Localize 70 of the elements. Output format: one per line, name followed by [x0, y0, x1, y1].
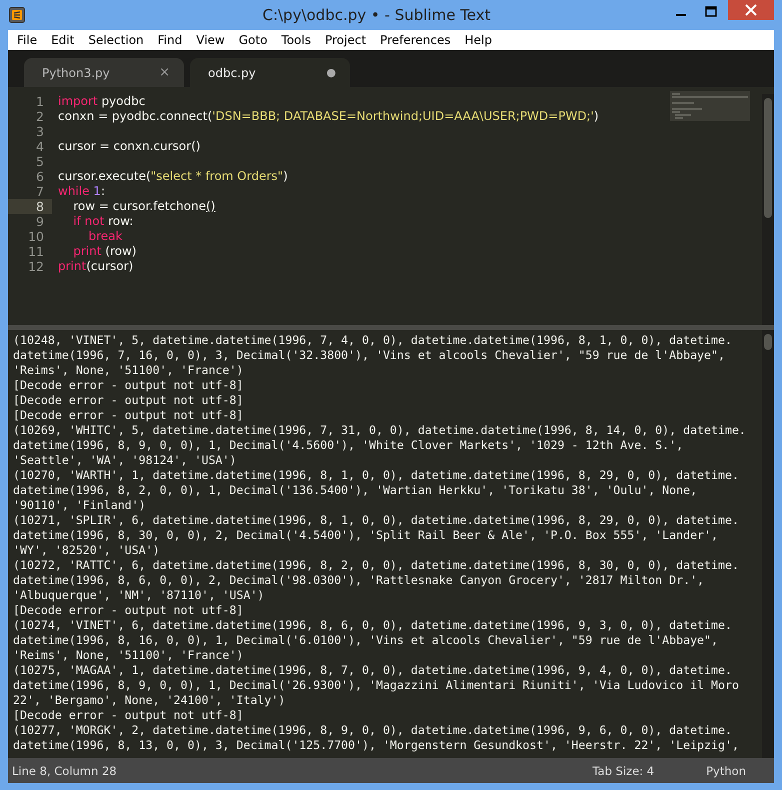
line-number: 12: [27, 259, 45, 274]
output-line: datetime(1996, 8, 9, 0, 0), 1, Decimal('26.9300'), 'Magazzini Alimentari Riuniti', 'Via Ludovico il Moro: [13, 678, 740, 693]
output-line: 'Reims', None, '51100', 'France'): [13, 648, 244, 663]
menu-item[interactable]: View: [189, 33, 232, 47]
output-line: datetime(1996, 8, 30, 0, 0), 2, Decimal('4.5400'), 'Split Rail Beer & Ale', 'P.O. Box 555', 'Lander',: [13, 528, 719, 543]
output-line: 22', 'Bergamo', None, '24100', 'Italy'): [13, 693, 286, 708]
output-line: datetime(1996, 8, 13, 0, 0), 3, Decimal('125.7700'), 'Morgenstern Gesundkost', 'Heerstr. 22', 'Leipzig',: [13, 738, 740, 753]
code-line: import pyodbc: [58, 94, 146, 108]
output-line: 'Reims', None, '51100', 'France'): [13, 363, 244, 378]
menu-item[interactable]: Help: [458, 33, 499, 47]
output-line: (10275, 'MAGAA', 1, datetime.datetime(1996, 8, 7, 0, 0), datetime.datetime(1996, 9, 4, 0, 0), datetime.: [13, 663, 733, 678]
output-line: (10248, 'VINET', 5, datetime.datetime(1996, 7, 4, 0, 0), datetime.datetime(1996, 8, 1, 0, 0), datetime.: [13, 333, 733, 348]
app-icon: [9, 7, 25, 23]
output-line: (10277, 'MORGK', 2, datetime.datetime(1996, 8, 9, 0, 0), datetime.datetime(1996, 9, 6, 0, 0), datetime.: [13, 723, 733, 738]
code-line: conxn = pyodbc.connect('DSN=BBB; DATABASE=Northwind;UID=AAA\USER;PWD=PWD;'): [58, 109, 599, 123]
line-number: 9: [35, 214, 45, 229]
menu-item[interactable]: Preferences: [373, 33, 458, 47]
output-line: [Decode error - output not utf-8]: [13, 408, 244, 423]
output-line: (10272, 'RATTC', 6, datetime.datetime(1996, 8, 2, 0, 0), datetime.datetime(1996, 8, 30, 0, 0), datetime.: [13, 558, 740, 573]
code-line: print (row): [72, 244, 136, 258]
line-number: 3: [35, 124, 45, 139]
menu-item[interactable]: Tools: [274, 33, 318, 47]
menu-item[interactable]: File: [10, 33, 44, 47]
code-line: cursor.execute("select * from Orders"): [58, 169, 288, 183]
code-line: row = cursor.fetchone(): [72, 199, 216, 213]
line-number: 10: [27, 229, 45, 244]
menu-item[interactable]: Edit: [44, 33, 82, 47]
code-line: cursor = conxn.cursor(): [58, 139, 200, 153]
line-number: 2: [35, 109, 45, 124]
menu-item[interactable]: Goto: [232, 33, 274, 47]
menu-item[interactable]: Project: [318, 33, 374, 47]
code-line: if not row:: [72, 214, 134, 228]
output-line: 'WY', '82520', 'USA'): [13, 543, 161, 558]
output-line: [Decode error - output not utf-8]: [13, 393, 244, 408]
line-number: 11: [27, 244, 45, 259]
output-line: 'Seattle', 'WA', '98124', 'USA'): [13, 453, 238, 468]
output-line: [Decode error - output not utf-8]: [13, 708, 244, 723]
output-line: (10274, 'VINET', 6, datetime.datetime(1996, 8, 6, 0, 0), datetime.datetime(1996, 9, 3, 0, 0), datetime.: [13, 618, 733, 633]
cursor-position: Line 8, Column 28: [12, 764, 117, 778]
output-line: '90110', 'Finland'): [13, 498, 147, 513]
scrollbar[interactable]: [762, 330, 774, 758]
tab-size[interactable]: Tab Size: 4: [592, 764, 654, 778]
output-line: datetime(1996, 8, 2, 0, 0), 1, Decimal('136.5400'), 'Wartian Herkku', 'Torikatu 38', 'Oulu', None,: [13, 483, 698, 498]
output-line: datetime(1996, 8, 16, 0, 0), 1, Decimal('6.0100'), 'Vins et alcools Chevalier', "59 rue de l'Abbaye",: [13, 633, 719, 648]
code-line: break: [88, 229, 122, 243]
output-line: (10270, 'WARTH', 1, datetime.datetime(1996, 8, 1, 0, 0), datetime.datetime(1996, 8, 29, 0, 0), datetime.: [13, 468, 740, 483]
code-line: while 1:: [58, 184, 105, 198]
line-number: 5: [35, 154, 45, 169]
syntax-label[interactable]: Python: [706, 764, 746, 778]
line-number: 6: [35, 169, 45, 184]
close-icon[interactable]: [728, 0, 774, 20]
menu-item[interactable]: Selection: [81, 33, 151, 47]
line-number: 4: [35, 139, 45, 154]
file-tab[interactable]: Python3.py ×: [24, 58, 184, 87]
output-line: datetime(1996, 8, 6, 0, 0), 2, Decimal('98.0300'), 'Rattlesnake Canyon Grocery', '2817 Milton Dr.',: [13, 573, 706, 588]
output-line: datetime(1996, 7, 16, 0, 0), 3, Decimal('32.3800'), 'Vins et alcools Chevalier', "59 rue de l'Abbaye",: [13, 348, 726, 363]
output-line: (10271, 'SPLIR', 6, datetime.datetime(1996, 8, 1, 0, 0), datetime.datetime(1996, 8, 29, 0, 0), datetime.: [13, 513, 740, 528]
output-line: datetime(1996, 8, 9, 0, 0), 1, Decimal('4.5600'), 'White Clover Markets', '1029 - 12th Ave. S.',: [13, 438, 684, 453]
output-line: [Decode error - output not utf-8]: [13, 378, 244, 393]
line-number: 8: [8, 199, 52, 214]
file-tab[interactable]: odbc.py ●: [190, 58, 350, 87]
scrollbar[interactable]: [762, 94, 774, 325]
line-number: 1: [35, 94, 45, 109]
code-line: print(cursor): [58, 259, 134, 273]
menu-item[interactable]: Find: [150, 33, 190, 47]
window-title: C:\py\odbc.py • - Sublime Text: [261, 6, 492, 24]
line-number: 7: [35, 184, 45, 199]
output-line: 'Albuquerque', 'NM', '87110', 'USA'): [13, 588, 266, 603]
output-line: [Decode error - output not utf-8]: [13, 603, 244, 618]
output-line: (10269, 'WHITC', 5, datetime.datetime(1996, 7, 31, 0, 0), datetime.datetime(1996, 8, 14, 0, 0), datetime.: [13, 423, 747, 438]
